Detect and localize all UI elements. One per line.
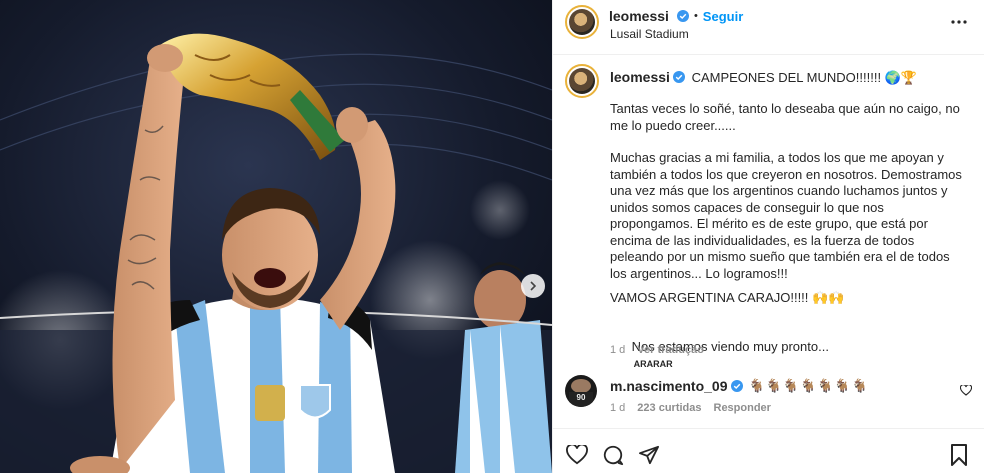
jersey-number: 90 bbox=[569, 392, 593, 407]
next-photo-button[interactable] bbox=[521, 274, 545, 298]
post-side-panel: leomessi • Seguir Lusail Stadium leomess… bbox=[552, 0, 984, 473]
see-translation-button[interactable]: Ver tradução bbox=[637, 344, 704, 356]
follow-button[interactable]: Seguir bbox=[703, 9, 743, 24]
dot-separator: • bbox=[693, 10, 698, 22]
more-options-button[interactable] bbox=[947, 10, 971, 34]
instagram-post-dialog: leomessi • Seguir Lusail Stadium leomess… bbox=[0, 0, 984, 473]
like-button[interactable] bbox=[565, 443, 589, 467]
commenter-username[interactable]: m.nascimento_09 bbox=[610, 378, 728, 394]
caption-age: 1 d bbox=[610, 344, 626, 356]
caption-paragraph-3: VAMOS ARGENTINA CARAJO!!!!! 🙌🙌 bbox=[610, 290, 845, 305]
caption-username[interactable]: leomessi bbox=[610, 69, 670, 85]
heart-icon bbox=[566, 445, 588, 465]
caption-meta: 1 d Ver tradução bbox=[610, 344, 704, 356]
caption-header: leomessi CAMPEONES DEL MUNDO!!!!!!! 🌍🏆 bbox=[610, 69, 970, 86]
author-username[interactable]: leomessi bbox=[609, 8, 669, 24]
reply-button[interactable]: Responder bbox=[714, 402, 771, 414]
author-avatar[interactable] bbox=[565, 5, 599, 39]
share-icon bbox=[639, 445, 659, 465]
comment-meta: 1 d 223 curtidas Responder bbox=[610, 402, 771, 414]
action-bar bbox=[553, 428, 984, 474]
verified-badge-icon bbox=[730, 380, 743, 392]
comment-like-button[interactable] bbox=[958, 382, 974, 398]
post-header: leomessi • Seguir Lusail Stadium bbox=[553, 0, 984, 55]
verified-badge-icon bbox=[672, 71, 685, 83]
caption-title: CAMPEONES DEL MUNDO!!!!!!! 🌍🏆 bbox=[691, 70, 918, 85]
caption-paragraph-1: Tantas veces lo soñé, tanto lo deseaba q… bbox=[610, 101, 964, 133]
bookmark-icon bbox=[951, 444, 967, 466]
photo-illustration bbox=[0, 0, 552, 473]
caption-paragraph-2: Muchas gracias a mi familia, a todos los… bbox=[610, 150, 966, 281]
comment-button[interactable] bbox=[601, 443, 625, 467]
small-heart-icon bbox=[960, 384, 972, 396]
comment-icon bbox=[603, 445, 624, 466]
more-horizontal-icon bbox=[951, 20, 967, 24]
commenter-avatar[interactable]: 90 bbox=[565, 375, 597, 407]
hashtag-link[interactable]: ARARAR bbox=[634, 359, 673, 369]
chevron-right-icon bbox=[530, 281, 537, 291]
save-button[interactable] bbox=[947, 443, 971, 467]
share-button[interactable] bbox=[637, 443, 661, 467]
caption-avatar[interactable] bbox=[565, 64, 599, 98]
location-link[interactable]: Lusail Stadium bbox=[610, 27, 689, 41]
verified-badge-icon bbox=[676, 10, 689, 22]
comment-text: 🐐🐐🐐🐐🐐🐐🐐 bbox=[748, 378, 869, 393]
comment-body: m.nascimento_09 🐐🐐🐐🐐🐐🐐🐐 bbox=[610, 378, 869, 394]
comment-age: 1 d bbox=[610, 402, 626, 414]
post-photo[interactable] bbox=[0, 0, 552, 473]
comment-likes-count[interactable]: 223 curtidas bbox=[637, 402, 701, 414]
